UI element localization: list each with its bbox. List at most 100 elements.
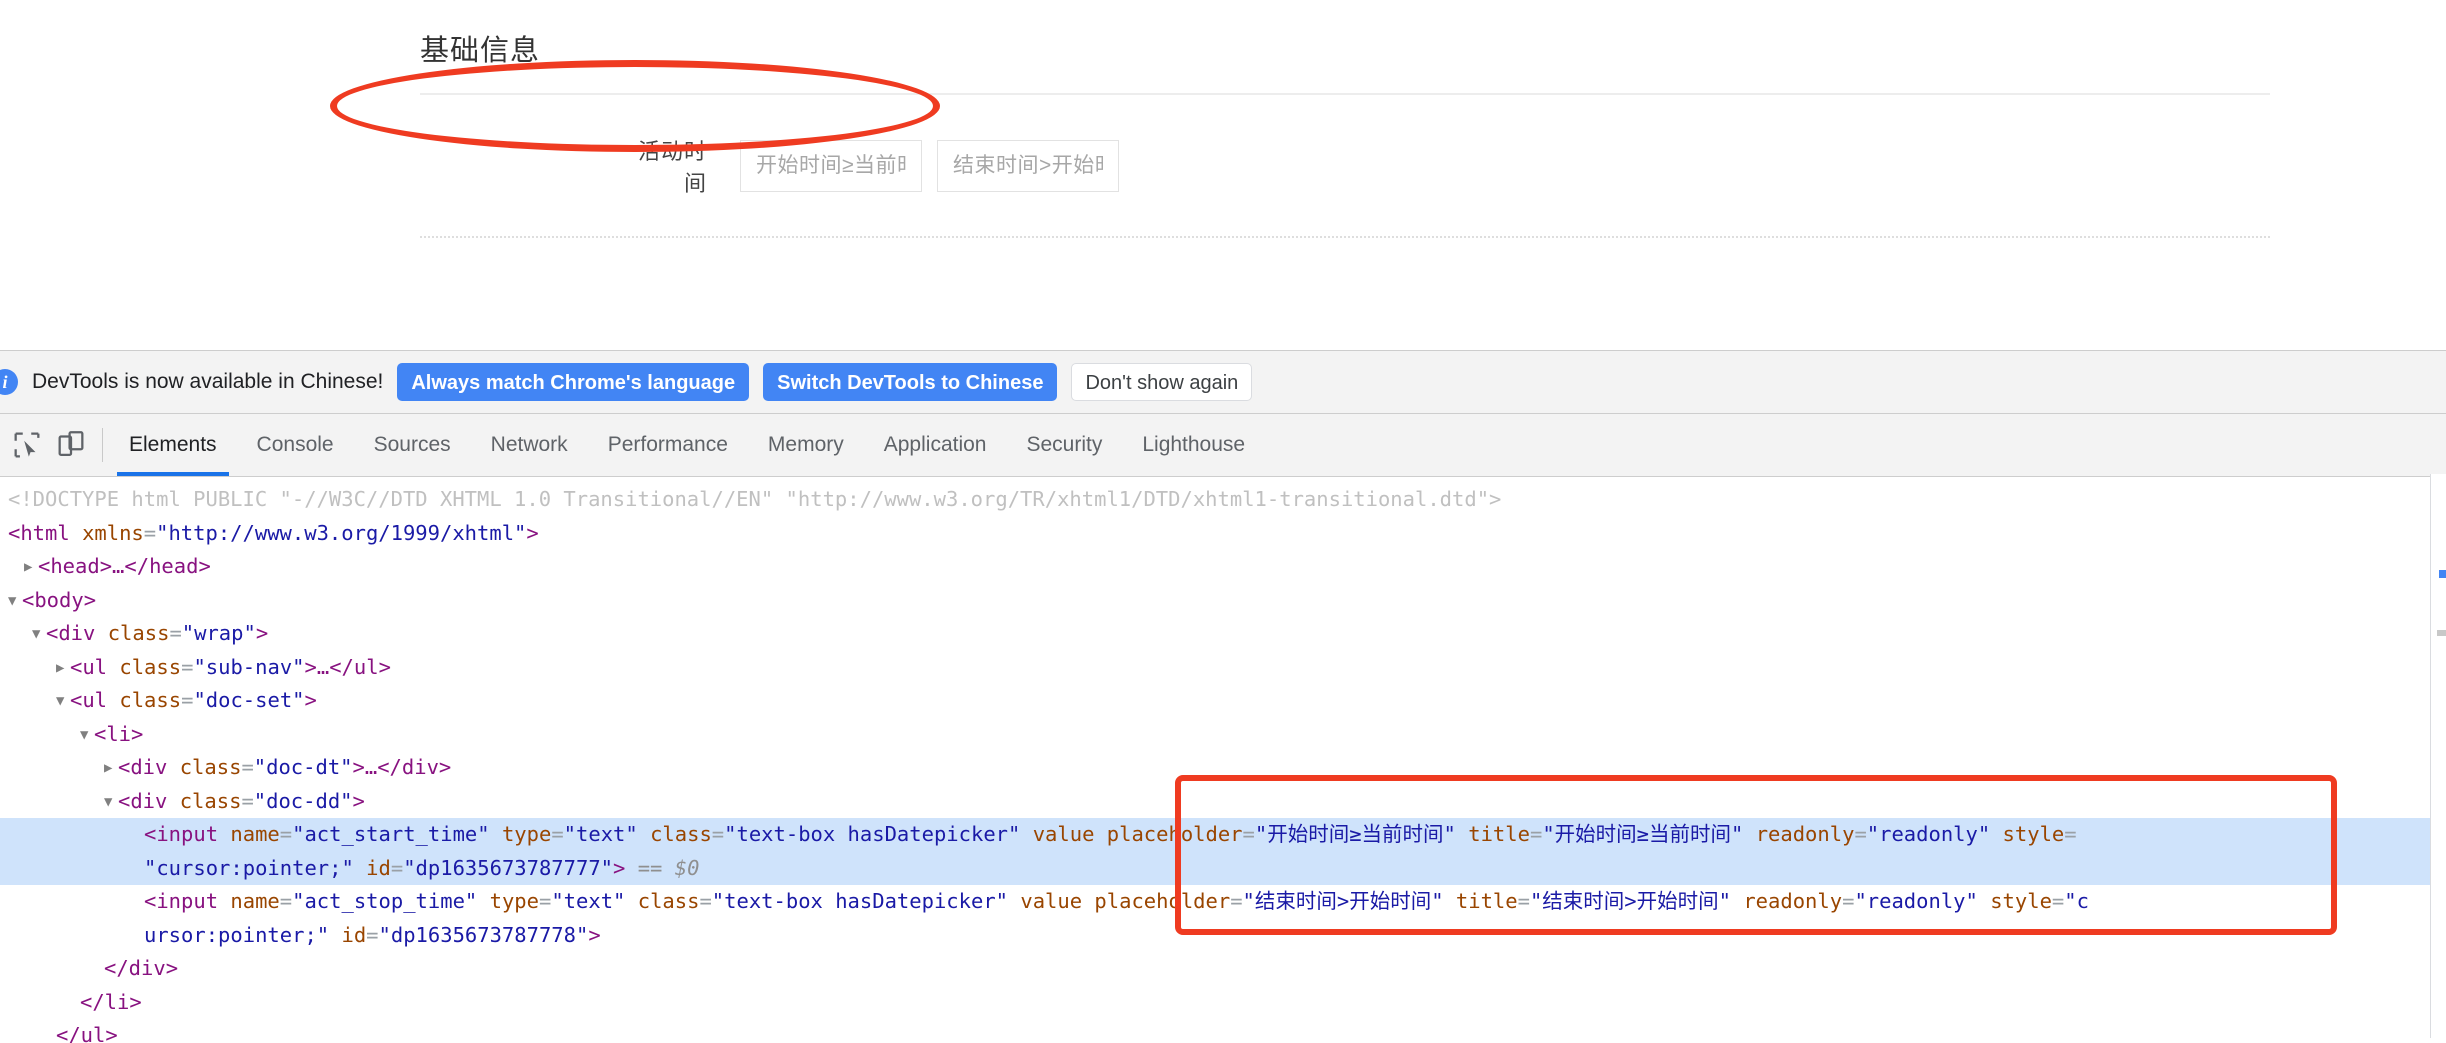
docset-attr-name: class	[119, 688, 182, 712]
docdd-tagname: div	[130, 788, 168, 813]
input2-placeholder-value: "结束时间>开始时间"	[1242, 889, 1444, 913]
selected-node-marker: == $0	[637, 855, 700, 880]
input1-type-attr: type	[501, 822, 552, 846]
dom-line-html[interactable]: <html xmlns="http://www.w3.org/1999/xhtm…	[0, 517, 2446, 551]
activity-stop-time-input[interactable]	[937, 140, 1119, 192]
dom-tree-scroll-thumb[interactable]	[2437, 630, 2446, 636]
input2-title-attr: title	[1455, 889, 1518, 913]
dom-line-subnav[interactable]: ▶ <ul class="sub-nav">…</ul>	[0, 651, 2446, 685]
dom-line-close-ul[interactable]: </ul>	[0, 1019, 2446, 1043]
input2-class-value: "text-box hasDatepicker"	[711, 889, 1009, 913]
wrap-tagname: div	[58, 621, 96, 645]
html-attr-name: xmlns	[82, 520, 144, 545]
expand-arrow-icon[interactable]: ▶	[104, 752, 118, 786]
activity-start-time-input[interactable]	[740, 140, 922, 192]
dom-line-doctype[interactable]: <!DOCTYPE html PUBLIC "-//W3C//DTD XHTML…	[0, 483, 2446, 517]
input1-type-value: "text"	[563, 822, 638, 846]
tab-network[interactable]: Network	[471, 414, 588, 476]
docdd-attr-value: "doc-dd"	[253, 788, 353, 813]
head-line: <head>…</head>	[38, 554, 211, 578]
input2-style-attr: style	[1990, 889, 2052, 913]
input2-name-attr: name	[230, 889, 280, 913]
input2-type-value: "text"	[551, 889, 626, 913]
input2-readonly-value: "readonly"	[1854, 889, 1978, 913]
input1-name-attr: name	[230, 822, 280, 846]
collapse-arrow-icon[interactable]: ▼	[32, 618, 46, 652]
input1-style-value: "cursor:pointer;"	[144, 855, 354, 880]
dom-line-docset[interactable]: ▼ <ul class="doc-set">	[0, 684, 2446, 718]
input1-value-attr: value	[1032, 822, 1095, 846]
dom-line-docdd[interactable]: ▼ <div class="doc-dd">	[0, 785, 2446, 819]
dom-line-input-start-time[interactable]: <input name="act_start_time" type="text"…	[0, 818, 2446, 852]
tab-sources[interactable]: Sources	[354, 414, 471, 476]
dom-line-close-li[interactable]: </li>	[0, 986, 2446, 1020]
collapse-arrow-icon[interactable]: ▼	[8, 585, 22, 619]
dom-line-input-stop-time-cont[interactable]: ursor:pointer;" id="dp1635673787778">	[0, 919, 2446, 953]
input2-class-attr: class	[637, 889, 700, 913]
dom-tree-scroll-marker	[2439, 570, 2446, 578]
dom-tree-scrollbar[interactable]	[2430, 474, 2446, 1038]
tab-application[interactable]: Application	[864, 414, 1007, 476]
dom-line-head[interactable]: ▶ <head>…</head>	[0, 550, 2446, 584]
input1-placeholder-value: "开始时间≥当前时间"	[1254, 822, 1456, 846]
switch-devtools-to-chinese-button[interactable]: Switch DevTools to Chinese	[763, 363, 1058, 401]
input2-name-value: "act_stop_time"	[292, 889, 478, 913]
banner-message: DevTools is now available in Chinese!	[32, 370, 384, 393]
tab-performance[interactable]: Performance	[588, 414, 748, 476]
input2-id-attr: id	[341, 922, 367, 947]
subnav-tagname: ul	[82, 654, 108, 679]
docset-tagname: ul	[82, 688, 108, 712]
expand-arrow-icon[interactable]: ▶	[24, 551, 38, 585]
device-toolbar-icon[interactable]	[54, 428, 88, 462]
input1-class-value: "text-box hasDatepicker"	[724, 822, 1021, 846]
doctype-text: <!DOCTYPE html PUBLIC "-//W3C//DTD XHTML…	[8, 487, 1502, 511]
dom-line-li[interactable]: ▼ <li>	[0, 718, 2446, 752]
tab-lighthouse[interactable]: Lighthouse	[1122, 414, 1265, 476]
page-title: 基础信息	[420, 35, 541, 67]
collapse-arrow-icon[interactable]: ▼	[56, 685, 70, 719]
close-ul-text: </ul>	[56, 1023, 118, 1043]
input2-readonly-attr: readonly	[1743, 889, 1843, 913]
dom-line-body[interactable]: ▼ <body>	[0, 584, 2446, 618]
collapse-arrow-icon[interactable]: ▼	[104, 786, 118, 820]
bottom-dotted-divider	[420, 236, 2270, 238]
input2-tagname: input	[156, 889, 219, 913]
inspect-element-icon[interactable]	[10, 428, 44, 462]
tab-memory[interactable]: Memory	[748, 414, 864, 476]
dom-line-input-stop-time[interactable]: <input name="act_stop_time" type="text" …	[0, 885, 2446, 919]
li-line: <li>	[94, 721, 144, 746]
toolbar-separator	[102, 428, 103, 462]
dont-show-again-button[interactable]: Don't show again	[1071, 363, 1253, 401]
tab-console[interactable]: Console	[237, 414, 354, 476]
wrap-attr-name: class	[107, 621, 170, 645]
subnav-tail: >…</ul>	[304, 654, 391, 679]
docdt-attr-name: class	[179, 755, 242, 779]
docset-attr-value: "doc-set"	[193, 688, 305, 712]
input1-class-attr: class	[650, 822, 712, 846]
tab-security[interactable]: Security	[1006, 414, 1122, 476]
input1-placeholder-attr: placeholder	[1106, 822, 1243, 846]
expand-arrow-icon[interactable]: ▶	[56, 652, 70, 686]
devtools-language-banner: i DevTools is now available in Chinese! …	[0, 351, 2446, 414]
always-match-chrome-language-button[interactable]: Always match Chrome's language	[397, 363, 750, 401]
html-attr-value: "http://www.w3.org/1999/xhtml"	[156, 520, 527, 545]
dom-line-input-start-time-cont[interactable]: "cursor:pointer;" id="dp1635673787777"> …	[0, 851, 2446, 885]
dom-line-close-div[interactable]: </div>	[0, 952, 2446, 986]
docdt-tail: >…</div>	[352, 755, 452, 779]
input1-tagname: input	[156, 822, 219, 846]
docdd-attr-name: class	[179, 788, 242, 813]
dom-line-wrap[interactable]: ▼ <div class="wrap">	[0, 617, 2446, 651]
dom-tree[interactable]: <!DOCTYPE html PUBLIC "-//W3C//DTD XHTML…	[0, 477, 2446, 1043]
activity-time-row: 活动时间	[420, 118, 2320, 214]
input1-title-attr: title	[1468, 822, 1530, 846]
subnav-attr-value: "sub-nav"	[193, 654, 305, 679]
input1-readonly-value: "readonly"	[1866, 822, 1991, 846]
basic-info-form: 基础信息 活动时间	[420, 0, 2320, 238]
tab-elements[interactable]: Elements	[109, 414, 237, 476]
html-tagname: html	[20, 520, 70, 545]
body-line: <body>	[22, 587, 97, 612]
input2-id-value: "dp1635673787778"	[378, 922, 589, 947]
collapse-arrow-icon[interactable]: ▼	[80, 719, 94, 753]
subnav-attr-name: class	[119, 654, 182, 679]
dom-line-docdt[interactable]: ▶ <div class="doc-dt">…</div>	[0, 751, 2446, 785]
